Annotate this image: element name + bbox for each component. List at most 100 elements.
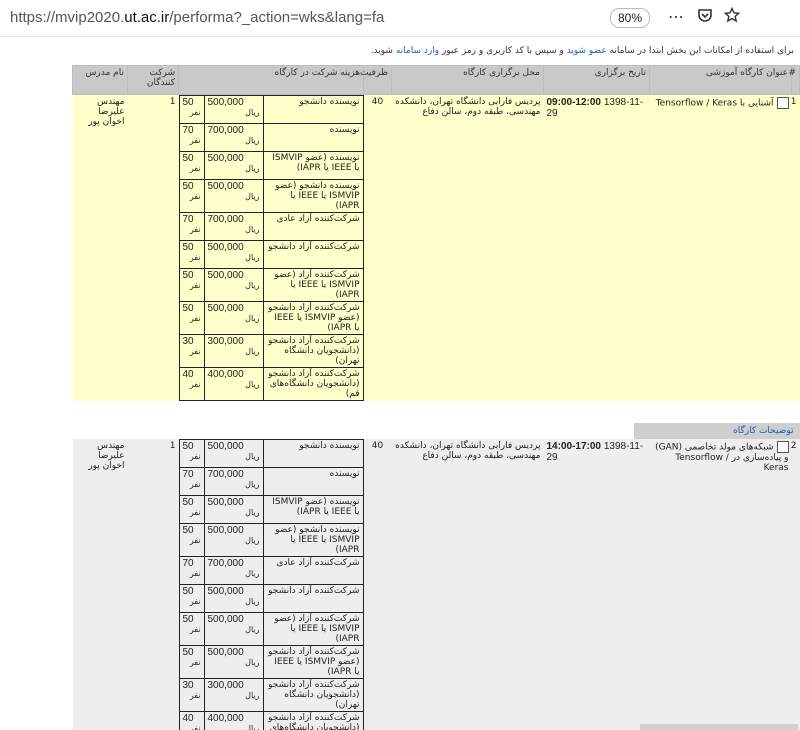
url-bar[interactable]: https://mvip2020.ut.ac.ir/performa?_acti… bbox=[10, 9, 384, 26]
header-capacity: ظرفیت bbox=[360, 65, 392, 95]
zoom-indicator[interactable]: 80% bbox=[610, 8, 650, 28]
fee-label: شرکت‌کننده آزاد عادی bbox=[262, 212, 364, 241]
workshops-table: # عنوان کارگاه آموزشی تاریخ برگزاری محل … bbox=[72, 65, 800, 730]
bookmark-star-icon[interactable] bbox=[723, 6, 741, 27]
fee-price: 500,000 bbox=[207, 647, 244, 658]
notice-text-1: برای استفاده از امکانات این بخش ابتدا در… bbox=[606, 46, 794, 56]
fee-price-cell: 500,000 ریال bbox=[203, 523, 264, 557]
fee-label: نویسنده دانشجو bbox=[262, 439, 364, 468]
fee-capacity-cell: 70 نفر bbox=[178, 212, 205, 241]
pocket-icon[interactable] bbox=[697, 7, 713, 27]
fee-price-cell: 300,000 ریال bbox=[203, 334, 264, 368]
fee-row: شرکت‌کننده آزاد دانشجو (عضو ISMVIP یا IE… bbox=[178, 301, 364, 335]
fee-capacity: 50 bbox=[182, 614, 194, 625]
url-domain: ut.ac.ir bbox=[124, 9, 170, 26]
fee-price-cell: 500,000 ریال bbox=[203, 439, 264, 468]
fee-capacity: 40 bbox=[182, 369, 194, 380]
fee-label: شرکت‌کننده آزاد دانشجو (دانشجویان دانشگا… bbox=[262, 711, 364, 730]
comments-cell: توضیحات کارگاه bbox=[73, 423, 800, 439]
notice-text-2: و سپس با کد کاربری و رمز عبور bbox=[439, 46, 567, 56]
fee-label: شرکت‌کننده آزاد دانشجو (دانشجویان دانشگا… bbox=[262, 678, 364, 712]
fee-unit: ریال bbox=[245, 691, 260, 700]
fee-capacity: 50 bbox=[182, 153, 194, 164]
fee-capacity-unit: نفر bbox=[189, 452, 201, 461]
fee-price: 500,000 bbox=[207, 441, 244, 452]
fee-price: 400,000 bbox=[207, 369, 244, 380]
fee-unit: ریال bbox=[245, 569, 260, 578]
checkbox-icon[interactable] bbox=[776, 97, 789, 109]
fee-price: 500,000 bbox=[207, 97, 244, 108]
fee-capacity-cell: 50 نفر bbox=[178, 645, 205, 679]
fee-capacity-unit: نفر bbox=[189, 691, 201, 700]
workshop-num-cell: 1 bbox=[791, 94, 800, 401]
header-num: # bbox=[788, 65, 800, 95]
fee-price: 300,000 bbox=[207, 680, 244, 691]
fee-capacity-cell: 50 نفر bbox=[178, 179, 205, 213]
fee-row: نویسنده دانشجو 500,000 ریال 50 نفر bbox=[178, 439, 364, 468]
workshop-instructor: مهندس علیرضا اخوان پور bbox=[72, 94, 128, 401]
workshop-fees-cell: نویسنده دانشجو 500,000 ریال 50 نفر نویسنده 700… bbox=[178, 439, 364, 730]
fee-capacity-unit: نفر bbox=[189, 281, 201, 290]
fee-price-cell: 500,000 ریال bbox=[203, 301, 264, 335]
fee-capacity-cell: 70 نفر bbox=[178, 123, 205, 152]
fee-capacity: 50 bbox=[182, 270, 194, 281]
fee-label: نویسنده (عضو ISMVIP یا IEEE یا IAPR) bbox=[262, 495, 364, 524]
header-title: عنوان کارگاه آموزشی bbox=[649, 65, 792, 95]
fee-price-cell: 700,000 ریال bbox=[203, 212, 264, 241]
fee-label: نویسنده دانشجو bbox=[262, 95, 364, 124]
workshop-date-cell: 09:00-12:00 1398-11-29 bbox=[543, 94, 650, 401]
fee-price-cell: 500,000 ریال bbox=[203, 584, 264, 613]
workshop-title-cell: شبکه‌های مولد تخاصمی (GAN) و پیاده‌سازی … bbox=[649, 439, 792, 730]
fee-capacity-unit: نفر bbox=[189, 536, 201, 545]
login-notice: برای استفاده از امکانات این بخش ابتدا در… bbox=[371, 46, 794, 56]
fee-unit: ریال bbox=[245, 347, 260, 356]
fee-capacity-unit: نفر bbox=[189, 658, 201, 667]
workshop-capacity: 40 bbox=[363, 439, 392, 730]
fee-price: 500,000 bbox=[207, 242, 244, 253]
fees-table: نویسنده دانشجو 500,000 ریال 50 نفر نویسنده 700… bbox=[178, 439, 364, 730]
fee-price-cell: 700,000 ریال bbox=[203, 556, 264, 585]
fee-price-cell: 400,000 ریال bbox=[203, 367, 264, 401]
more-icon[interactable]: ⋯ bbox=[668, 7, 684, 26]
fee-capacity-cell: 40 نفر bbox=[178, 711, 205, 730]
fee-capacity-unit: نفر bbox=[189, 724, 201, 730]
fee-capacity: 70 bbox=[182, 214, 194, 225]
fee-capacity: 70 bbox=[182, 469, 194, 480]
fee-capacity-unit: نفر bbox=[189, 480, 201, 489]
fee-label: نویسنده bbox=[262, 467, 364, 496]
register-link[interactable]: عضو شوید bbox=[567, 46, 607, 56]
fee-label: نویسنده دانشجو (عضو ISMVIP یا IEEE یا IA… bbox=[262, 179, 364, 213]
workshop-comments-link[interactable]: توضیحات کارگاه bbox=[633, 423, 800, 439]
fee-price: 500,000 bbox=[207, 586, 244, 597]
fee-price: 500,000 bbox=[207, 525, 244, 536]
fee-price-cell: 500,000 ریال bbox=[203, 612, 264, 646]
workshop-title: آشنایی با Tensorflow / Keras bbox=[655, 98, 774, 109]
fee-label: نویسنده (عضو ISMVIP یا IEEE یا IAPR) bbox=[262, 151, 364, 180]
workshop-registered: 1 bbox=[127, 439, 179, 730]
fee-label: شرکت‌کننده آزاد دانشجو (عضو ISMVIP یا IE… bbox=[262, 301, 364, 335]
fee-capacity: 40 bbox=[182, 713, 194, 724]
fee-capacity-unit: نفر bbox=[189, 253, 201, 262]
fee-capacity-cell: 50 نفر bbox=[178, 523, 205, 557]
workshop-num-cell: 2 bbox=[790, 439, 800, 730]
fee-capacity: 70 bbox=[182, 558, 194, 569]
login-link[interactable]: وارد سامانه bbox=[396, 46, 439, 56]
fee-unit: ریال bbox=[245, 192, 260, 201]
fee-label: شرکت‌کننده آزاد دانشجو (عضو ISMVIP یا IE… bbox=[262, 645, 364, 679]
fee-capacity-cell: 30 نفر bbox=[178, 334, 205, 368]
fee-unit: ریال bbox=[245, 724, 260, 730]
fee-price-cell: 500,000 ریال bbox=[203, 495, 264, 524]
workshop-venue: پردیس فارابی دانشگاه تهران، دانشکده مهند… bbox=[391, 94, 544, 401]
fee-capacity-cell: 50 نفر bbox=[178, 268, 205, 302]
fee-price: 500,000 bbox=[207, 153, 244, 164]
workshop-num: 2 bbox=[790, 441, 797, 451]
header-venue: محل برگزاری کارگاه bbox=[391, 65, 544, 95]
fee-capacity: 50 bbox=[182, 586, 194, 597]
fee-capacity-unit: نفر bbox=[189, 569, 201, 578]
workshop-row: 1 آشنایی با Tensorflow / Keras 09:00-12:00… bbox=[72, 94, 800, 401]
fee-unit: ریال bbox=[245, 225, 260, 234]
fee-capacity-unit: نفر bbox=[189, 314, 201, 323]
workshop-venue: پردیس فارابی دانشگاه تهران، دانشکده مهند… bbox=[391, 439, 544, 730]
fee-capacity: 50 bbox=[182, 441, 194, 452]
checkbox-icon[interactable] bbox=[776, 441, 789, 453]
